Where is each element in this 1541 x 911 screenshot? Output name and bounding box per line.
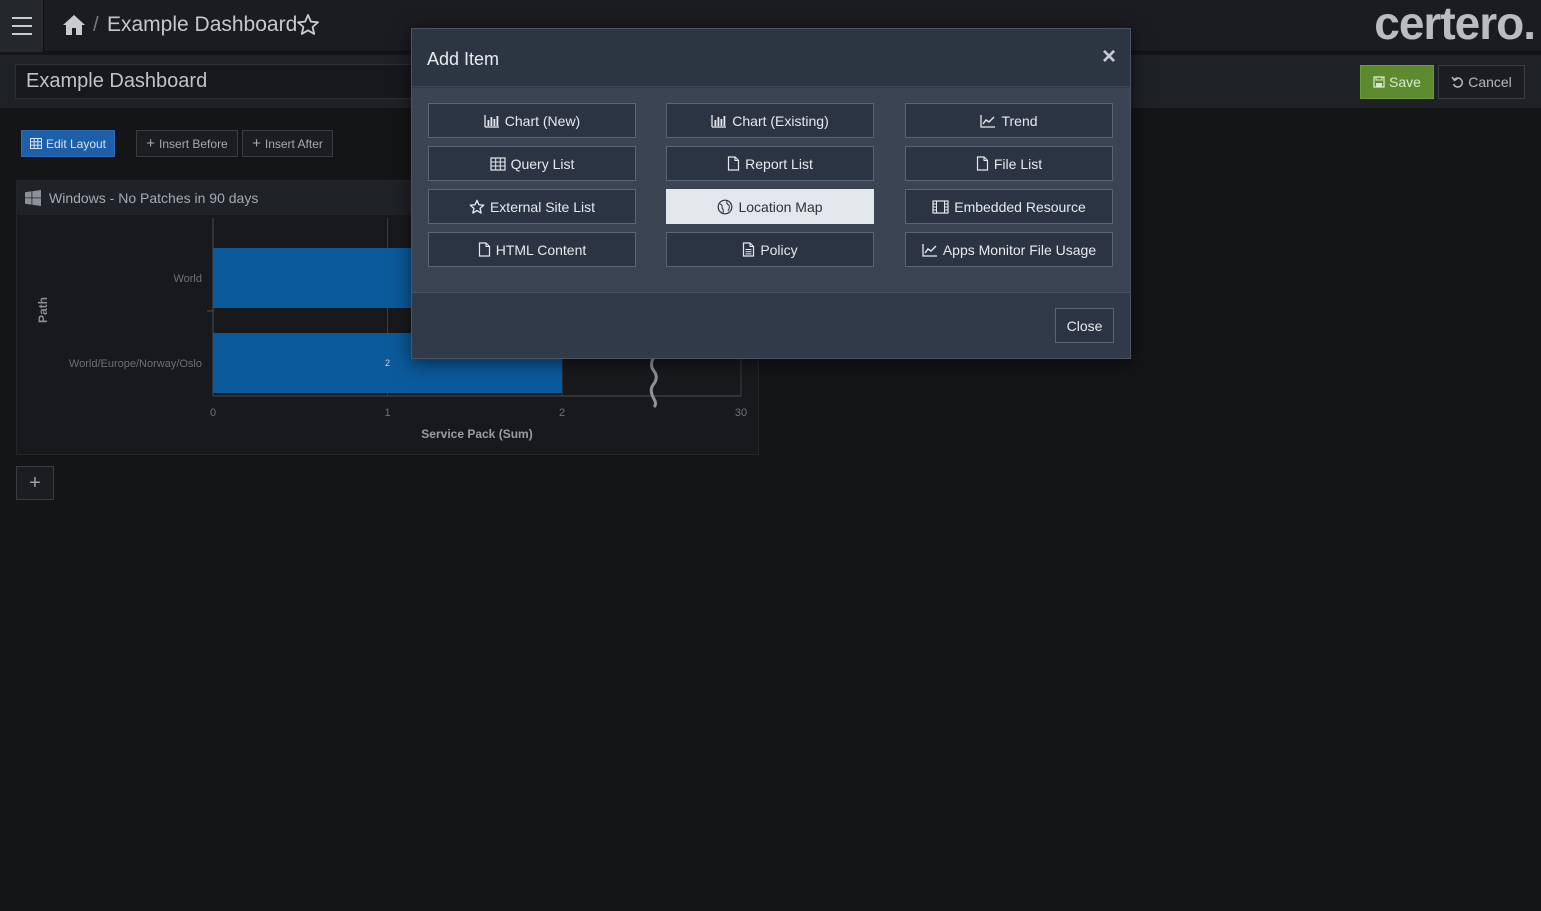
save-button[interactable]: Save — [1360, 65, 1434, 99]
option-label: Trend — [1001, 112, 1038, 129]
add-external-site-list-button[interactable]: External Site List — [428, 189, 636, 224]
x-tick-label: 0 — [210, 407, 216, 419]
star-icon — [469, 199, 485, 215]
option-label: Chart (New) — [504, 112, 581, 129]
insert-before-button[interactable]: + Insert Before — [136, 130, 238, 157]
menu-button[interactable] — [0, 0, 44, 52]
film-icon — [932, 199, 949, 214]
table-icon — [489, 156, 506, 171]
x-axis-title: Service Pack (Sum) — [421, 427, 532, 441]
modal-footer: Close — [412, 292, 1130, 358]
add-apps-monitor-file-usage-button[interactable]: Apps Monitor File Usage — [905, 232, 1113, 267]
add-html-content-button[interactable]: HTML Content — [428, 232, 636, 267]
add-chart-new-button[interactable]: Chart (New) — [428, 103, 636, 138]
option-label: Location Map — [738, 198, 823, 215]
windows-icon — [25, 190, 41, 206]
undo-icon — [1451, 76, 1464, 88]
edit-layout-label: Edit Layout — [45, 136, 107, 151]
line-chart-icon — [922, 243, 938, 257]
option-label: Apps Monitor File Usage — [942, 241, 1097, 258]
axis-break-marker — [649, 356, 658, 409]
add-file-list-button[interactable]: File List — [905, 146, 1113, 181]
x-tick-label: 30 — [735, 407, 747, 419]
plus-icon: + — [146, 135, 156, 152]
line-chart-icon — [980, 114, 996, 128]
hamburger-icon — [11, 14, 32, 38]
add-policy-button[interactable]: Policy — [666, 232, 874, 267]
document-icon — [976, 156, 989, 171]
cancel-label: Cancel — [1468, 74, 1512, 90]
modal-body: Chart (New) Chart (Existing) Trend Query Li… — [412, 88, 1130, 292]
option-label: Query List — [510, 155, 575, 172]
cancel-button[interactable]: Cancel — [1438, 65, 1525, 99]
x-tick-label: 2 — [559, 407, 565, 419]
option-label: External Site List — [489, 198, 596, 215]
widget-title: Windows - No Patches in 90 days — [49, 190, 259, 206]
close-icon[interactable]: × — [1102, 44, 1116, 70]
document-icon — [727, 156, 740, 171]
close-button[interactable]: Close — [1055, 308, 1114, 343]
globe-icon — [717, 199, 733, 215]
category-label: World/Europe/Norway/Oslo — [69, 358, 202, 370]
add-trend-button[interactable]: Trend — [905, 103, 1113, 138]
dashboard-name-input[interactable]: Example Dashboard — [15, 64, 415, 99]
brand-logo: certero. — [1374, 0, 1536, 49]
modal-title: Add Item — [427, 49, 500, 69]
edit-layout-button[interactable]: Edit Layout — [21, 130, 115, 157]
bar-chart-icon — [711, 114, 727, 128]
category-label: World — [173, 273, 202, 285]
insert-after-label: Insert After — [264, 136, 323, 151]
grid-icon — [29, 138, 42, 149]
plus-icon: + — [252, 135, 261, 152]
add-item-modal: Add Item × Chart (New) Chart (Existing) Tr… — [411, 28, 1131, 359]
add-embedded-resource-button[interactable]: Embedded Resource — [905, 189, 1113, 224]
option-label: Embedded Resource — [954, 198, 1086, 215]
home-icon[interactable] — [62, 14, 86, 36]
favorite-star-icon[interactable] — [296, 13, 320, 37]
option-label: File List — [993, 155, 1043, 172]
breadcrumb-separator: / — [93, 14, 99, 36]
document-icon — [478, 242, 491, 257]
option-label: Policy — [760, 241, 798, 258]
y-axis-title: Path — [36, 297, 50, 323]
document-text-icon — [742, 242, 755, 257]
option-label: Chart (Existing) — [732, 112, 829, 129]
x-tick-label: 1 — [384, 407, 390, 419]
save-icon — [1373, 76, 1385, 88]
insert-after-button[interactable]: + Insert After — [242, 130, 333, 157]
add-location-map-button[interactable]: Location Map — [666, 189, 874, 224]
modal-header: Add Item × — [412, 29, 1130, 87]
insert-before-label: Insert Before — [159, 136, 228, 151]
option-label: HTML Content — [495, 241, 587, 258]
add-report-list-button[interactable]: Report List — [666, 146, 874, 181]
save-label: Save — [1389, 74, 1421, 90]
add-chart-existing-button[interactable]: Chart (Existing) — [666, 103, 874, 138]
add-query-list-button[interactable]: Query List — [428, 146, 636, 181]
breadcrumb-title: Example Dashboard — [107, 13, 298, 36]
option-label: Report List — [745, 155, 813, 172]
add-widget-button[interactable]: + — [16, 466, 54, 500]
bar-chart-icon — [484, 114, 500, 128]
data-label: 2 — [385, 358, 390, 368]
